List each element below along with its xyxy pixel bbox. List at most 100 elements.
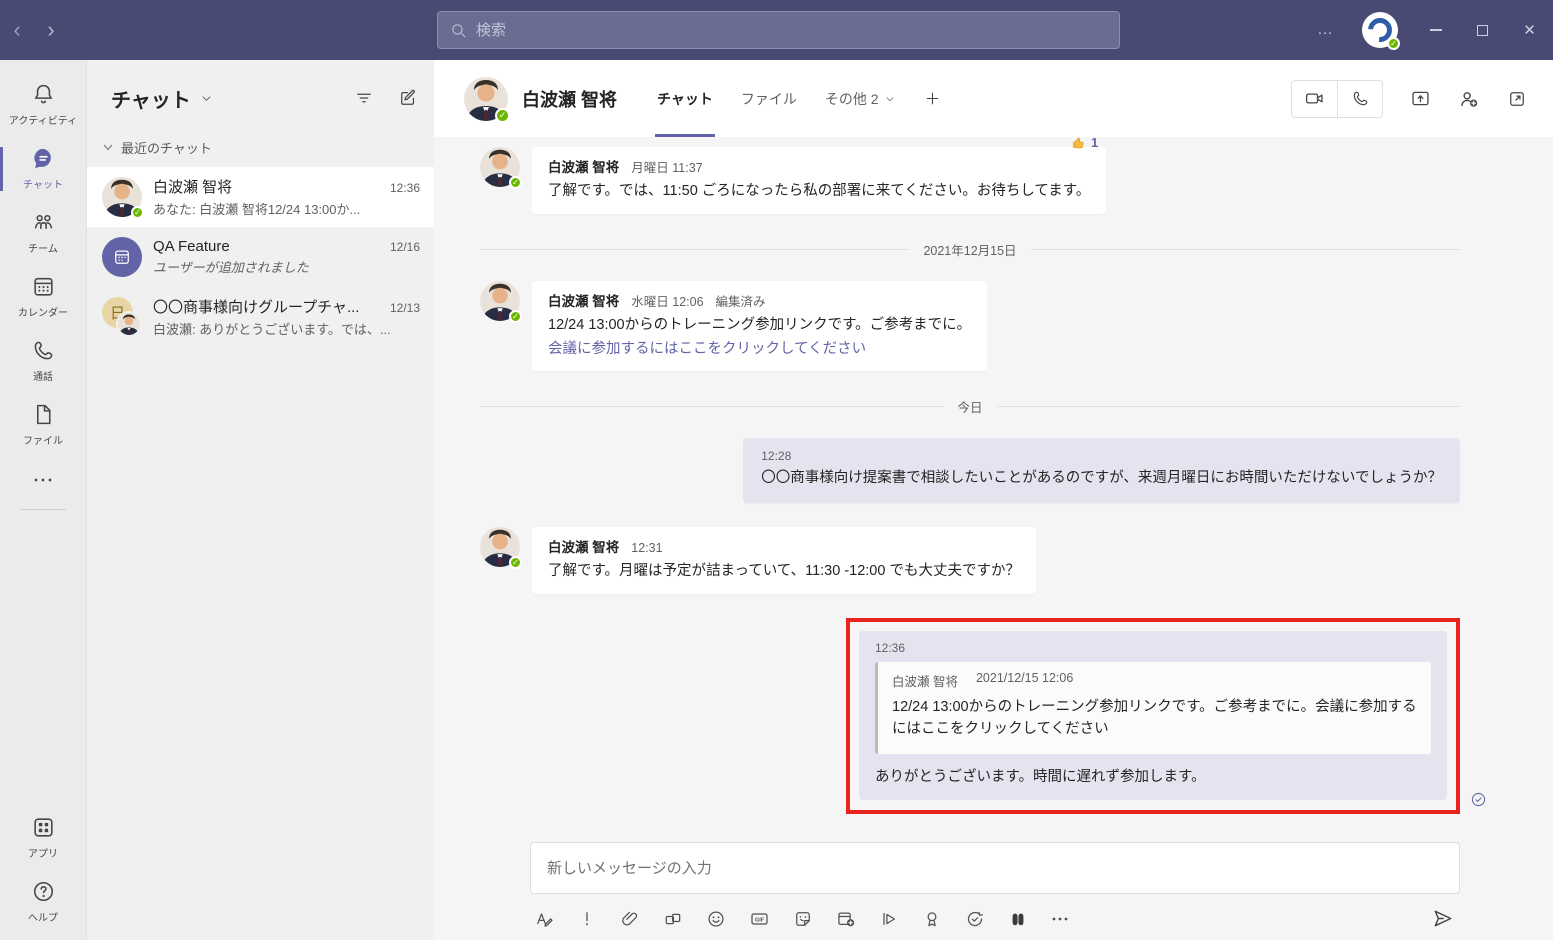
chat-list-item[interactable]: QA Feature 12/16 ユーザーが追加されました — [87, 227, 434, 287]
close-button[interactable]: ✕ — [1506, 0, 1553, 60]
flow-icon[interactable] — [879, 909, 899, 929]
message-outgoing-highlighted: 12:36 白波瀬 智将 2021/12/15 12:06 12/24 13:0… — [480, 618, 1460, 814]
chevron-down-icon — [884, 93, 896, 105]
avatar[interactable]: ✓ — [480, 281, 520, 321]
more-icon[interactable] — [1051, 916, 1069, 922]
minimize-button[interactable] — [1412, 0, 1459, 60]
message-input-box[interactable] — [530, 842, 1460, 894]
search-bar[interactable] — [437, 11, 1120, 49]
rail-item-apps[interactable]: アプリ — [0, 806, 86, 870]
chat-item-preview: ユーザーが追加されました — [153, 257, 420, 276]
chat-list-title[interactable]: チャット — [111, 84, 213, 113]
emoji-icon[interactable] — [706, 909, 726, 929]
chat-partner-avatar[interactable]: ✓ — [464, 77, 508, 121]
tab-more[interactable]: その他 2 — [811, 60, 910, 137]
message-text: 了解です。では、11:50 ごろになったら私の部署に来てください。お待ちしてます… — [548, 181, 1090, 203]
praise-icon[interactable] — [922, 909, 942, 929]
share-screen-button[interactable] — [1410, 88, 1431, 109]
message-incoming: ✓ 白波瀬 智将 水曜日 12:06 編集済み 12/24 13:00からのトレ… — [480, 281, 1460, 372]
rail-item-activity[interactable]: アクティビティ — [0, 73, 86, 137]
chat-list-title-label: チャット — [111, 84, 191, 113]
plus-icon — [924, 90, 941, 107]
forward-button[interactable]: › — [34, 17, 68, 43]
audio-call-button[interactable] — [1337, 81, 1382, 117]
video-call-button[interactable] — [1292, 81, 1337, 117]
message-time: 12:31 — [631, 541, 662, 555]
message-list: ✓ 白波瀬 智将 月曜日 11:37 了解です。では、11:50 ごろになったら… — [434, 137, 1553, 836]
send-icon[interactable] — [1431, 907, 1454, 930]
approvals-icon[interactable] — [965, 909, 985, 929]
chat-partner-name: 白波瀬 智将 — [522, 86, 617, 112]
rail-more-button[interactable] — [32, 457, 54, 499]
recent-chats-section-toggle[interactable]: 最近のチャット — [87, 122, 434, 167]
rail-item-calendar[interactable]: カレンダー — [0, 265, 86, 329]
message-incoming: ✓ 白波瀬 智将 月曜日 11:37 了解です。では、11:50 ごろになったら… — [480, 147, 1460, 214]
chat-list-item[interactable]: 日 〇〇商事様向けグループチャ... 12/13 白波瀬: ありがとうございます… — [87, 287, 434, 347]
message-text: ありがとうございます。時間に遅れず参加します。 — [875, 765, 1431, 786]
message-input[interactable] — [547, 860, 1443, 877]
avatar[interactable]: ✓ — [480, 147, 520, 187]
status-available-icon: ✓ — [509, 310, 522, 323]
add-tab-button[interactable] — [910, 60, 955, 137]
rail-divider — [20, 509, 66, 510]
chat-item-name: 白波瀬 智将 — [153, 176, 382, 197]
tab-files[interactable]: ファイル — [727, 60, 811, 137]
back-button[interactable]: ‹ — [0, 17, 34, 43]
help-icon — [31, 879, 56, 904]
thumbs-up-reaction[interactable]: 1 — [1070, 137, 1098, 151]
importance-icon[interactable] — [577, 909, 597, 929]
reaction-count: 1 — [1091, 137, 1098, 150]
call-button-group — [1291, 80, 1383, 118]
rail-item-chat[interactable]: チャット — [0, 137, 86, 201]
teams-app-window: ‹ › … ✓ ✕ アクティビティ チャット — [0, 0, 1553, 940]
group-avatar: 日 — [102, 297, 142, 337]
quote-time: 2021/12/15 12:06 — [976, 671, 1073, 690]
teams-icon — [31, 210, 56, 235]
format-icon[interactable] — [534, 909, 554, 929]
chat-item-name: 〇〇商事様向けグループチャ... — [153, 296, 382, 317]
rail-label: チャット — [23, 176, 63, 191]
message-sender: 白波瀬 智将 — [548, 536, 619, 556]
new-chat-icon[interactable] — [398, 88, 418, 108]
status-available-icon: ✓ — [1387, 37, 1400, 50]
viva-icon[interactable] — [1008, 909, 1028, 929]
rail-item-files[interactable]: ファイル — [0, 393, 86, 457]
rail-item-help[interactable]: ヘルプ — [0, 870, 86, 940]
maximize-button[interactable] — [1459, 0, 1506, 60]
chat-item-name: QA Feature — [153, 238, 382, 255]
message-bubble: 12:28 〇〇商事様向け提案書で相談したいことがあるのですが、来週月曜日にお時… — [743, 438, 1460, 503]
edited-label: 編集済み — [716, 291, 766, 310]
loop-icon[interactable] — [663, 909, 683, 929]
chat-list-item[interactable]: ✓ 白波瀬 智将 12:36 あなた: 白波瀬 智将12/24 13:00か..… — [87, 167, 434, 227]
message-bubble: 白波瀬 智将 12:31 了解です。月曜は予定が詰まっていて、11:30 -12… — [532, 527, 1036, 594]
meeting-join-link[interactable]: 会議に参加するにはここをクリックしてください — [548, 339, 971, 361]
search-input[interactable] — [476, 22, 1107, 39]
quoted-message[interactable]: 白波瀬 智将 2021/12/15 12:06 12/24 13:00からのトレ… — [875, 662, 1431, 754]
rail-label: アクティビティ — [9, 112, 77, 127]
popout-chat-button[interactable] — [1507, 89, 1527, 109]
attach-icon[interactable] — [620, 909, 640, 929]
titlebar-more-menu[interactable]: … — [1304, 21, 1348, 39]
schedule-icon[interactable] — [836, 909, 856, 929]
phone-icon — [1351, 89, 1370, 108]
avatar[interactable]: ✓ — [480, 527, 520, 567]
tab-chat[interactable]: チャット — [643, 60, 727, 137]
gif-icon[interactable]: GIF — [749, 909, 770, 929]
file-icon — [31, 402, 56, 427]
message-text: 12/24 13:00からのトレーニング参加リンクです。ご参考までに。 — [548, 315, 971, 337]
date-divider: 2021年12月15日 — [480, 240, 1460, 259]
filter-icon[interactable] — [354, 88, 374, 108]
chat-main: ✓ 白波瀬 智将 チャット ファイル その他 2 — [434, 60, 1553, 940]
message-text: 了解です。月曜は予定が詰まっていて、11:30 -12:00 でも大丈夫ですか？ — [548, 561, 1020, 583]
sticker-icon[interactable] — [793, 909, 813, 929]
tab-label: その他 2 — [825, 89, 879, 109]
title-bar: ‹ › … ✓ ✕ — [0, 0, 1553, 60]
svg-text:GIF: GIF — [755, 917, 765, 923]
apps-grid-icon — [31, 815, 56, 840]
rail-item-teams[interactable]: チーム — [0, 201, 86, 265]
message-incoming: ✓ 白波瀬 智将 12:31 了解です。月曜は予定が詰まっていて、11:30 -… — [480, 527, 1460, 594]
add-people-button[interactable] — [1458, 88, 1480, 110]
rail-item-calls[interactable]: 通話 — [0, 329, 86, 393]
account-avatar[interactable]: ✓ — [1362, 12, 1398, 48]
chat-list-panel: チャット 最近のチャット ✓ 白波瀬 智将 — [87, 60, 434, 940]
